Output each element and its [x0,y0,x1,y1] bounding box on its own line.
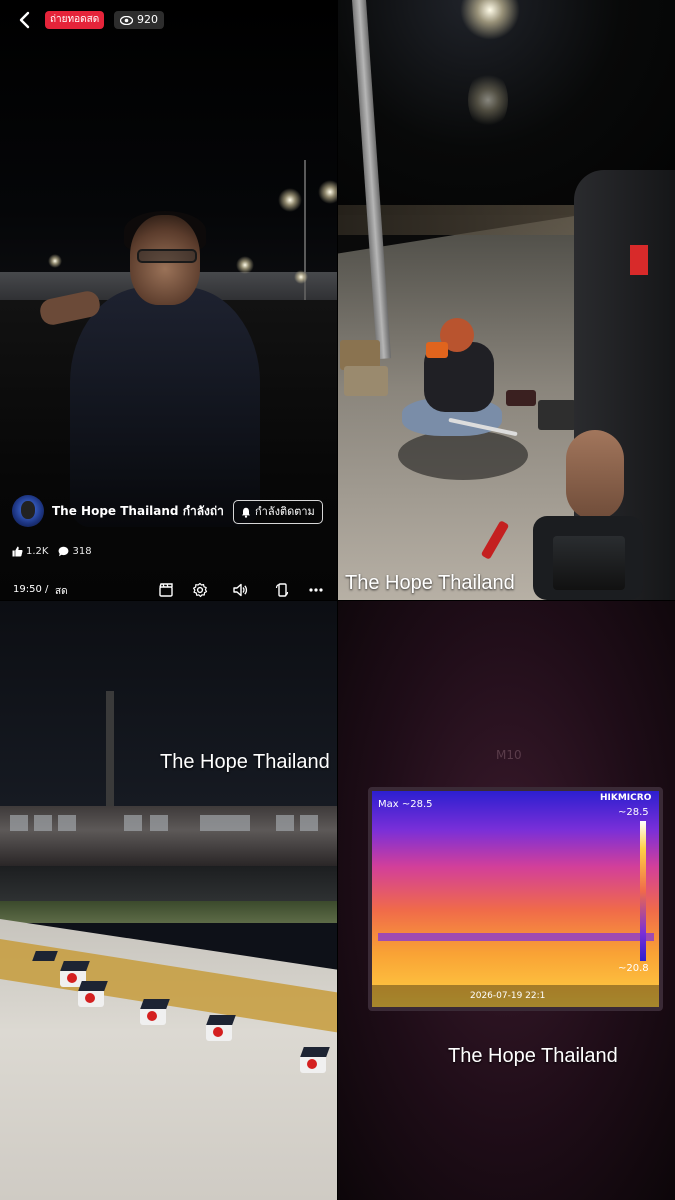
solar-sensor [300,1047,330,1073]
avatar[interactable] [12,495,44,527]
lamp-glow [294,270,308,284]
train-window [150,815,168,831]
more-icon[interactable] [308,582,324,598]
train-window [124,815,142,831]
train-window [34,815,52,831]
clapperboard-icon[interactable] [158,582,174,598]
brand-logo: HIKMICRO [600,793,652,803]
viewer-count-badge: 920 [114,11,164,29]
speaker-icon[interactable] [232,582,248,598]
follow-button[interactable]: กำลังติดตาม [233,500,323,524]
train-window [300,815,318,831]
live-topbar: ถ่ายทอดสด 920 [0,0,337,42]
thumbs-up-icon [12,546,23,557]
thermal-display-photo: M10 Max ~28.5 HIKMICRO ~28.5 ~20.8 2026-… [338,601,675,1200]
channel-row: The Hope Thailand กำลังถ่า... กำลังติดตา… [12,494,332,528]
train-window [200,815,250,831]
live-badge: ถ่ายทอดสด [45,11,105,29]
tool-case [538,400,576,430]
bell-icon [242,507,250,518]
timestamp: 2026-07-19 22:1 [470,991,546,1001]
presenter [37,211,260,527]
scale-low: ~20.8 [618,963,649,974]
tools [506,390,536,406]
shirt-logo [630,245,648,275]
thermal-image: Max ~28.5 HIKMICRO ~28.5 ~20.8 2026-07-1… [368,787,663,1011]
comment-stat[interactable]: 318 [58,546,92,557]
operator-hand [566,430,624,520]
light-flare [468,70,508,130]
watermark: The Hope Thailand [345,572,515,594]
temperature-scale [640,821,646,961]
device-model: M10 [496,748,522,762]
equipment-box [344,366,388,396]
rotate-icon[interactable] [274,582,290,598]
thermal-camera [533,516,643,600]
track-sensors-photo: The Hope Thailand [0,601,337,1200]
watermark: The Hope Thailand [448,1045,618,1067]
lamp-glow [278,188,302,212]
solar-sensor [206,1015,236,1041]
gear-icon[interactable] [192,582,208,598]
max-temp: Max ~28.5 [378,799,433,810]
viewer-count: 920 [137,13,158,26]
engagement-stats: 1.2K 318 [12,546,92,557]
scale-high: ~28.5 [618,807,649,818]
thermal-status-bar: 2026-07-19 22:1 [372,985,659,1007]
solar-sensor [140,999,170,1025]
night-sky [0,601,337,806]
grass [0,901,337,923]
live-status: สด [55,586,68,597]
elapsed-time: 19:50 / [13,584,49,595]
train-window [10,815,28,831]
follow-label: กำลังติดตาม [255,505,315,518]
toolbox [426,342,448,358]
platform-work-photo: The Hope Thailand [338,0,675,600]
lamp-glow [318,180,337,204]
watermark: The Hope Thailand [160,751,330,773]
solar-panel [32,951,58,961]
like-stat[interactable]: 1.2K [12,546,48,557]
like-count: 1.2K [26,546,49,557]
solar-sensor [78,981,108,1007]
chevron-left-icon[interactable] [15,10,35,30]
train-window [276,815,294,831]
channel-name[interactable]: The Hope Thailand กำลังถ่า... [52,502,224,521]
comment-icon [59,546,69,557]
thermal-rail-band [378,933,654,941]
playback-bar: 19:50 / สด [0,580,337,600]
eye-icon [120,15,133,25]
live-stream-panel: ถ่ายทอดสด 920 The Hope Thailand กำลังถ่า… [0,0,337,600]
comment-count: 318 [72,546,92,557]
train-window [58,815,76,831]
